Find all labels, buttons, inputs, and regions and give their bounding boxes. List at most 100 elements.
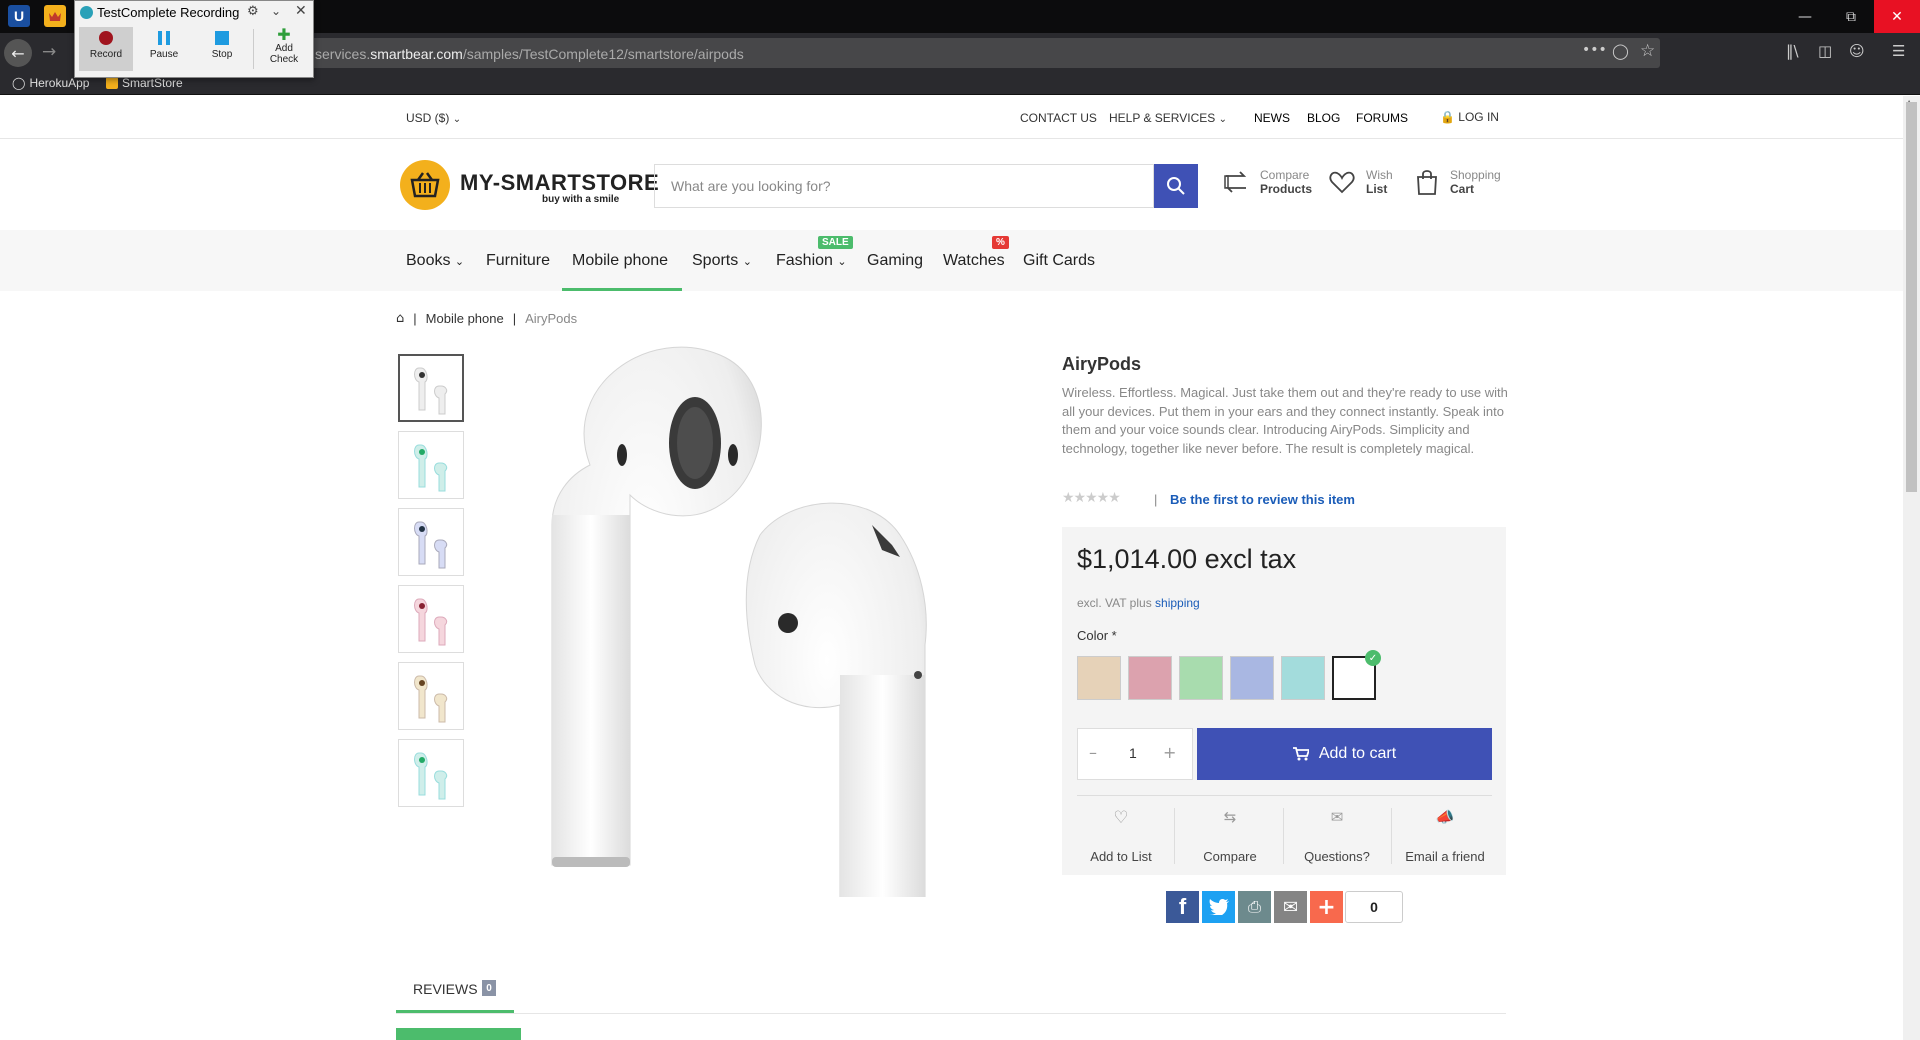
sidebar-icon[interactable]: ◫ — [1818, 42, 1832, 60]
pause-icon — [166, 31, 170, 45]
review-link[interactable]: Be the first to review this item — [1170, 492, 1355, 507]
store-logo-icon[interactable] — [400, 160, 450, 210]
divider — [253, 29, 254, 69]
bookmark-star-icon[interactable]: ☆ — [1640, 41, 1655, 61]
breadcrumb-category-link[interactable]: Mobile phone — [426, 311, 504, 326]
selected-check-icon: ✓ — [1365, 650, 1381, 666]
bookmark-herokuapp[interactable]: ◯ HerokuApp — [12, 76, 89, 90]
compare-icon: ⇆ — [1223, 808, 1237, 826]
menu-item-mobile-phone[interactable]: Mobile phone — [572, 252, 668, 270]
menu-item-fashion[interactable]: Fashion ⌄ — [776, 252, 847, 270]
lock-icon: 🔒 — [1440, 110, 1455, 124]
pocket-icon[interactable]: ◯ — [1612, 42, 1629, 60]
tab-smartstore-icon[interactable] — [44, 5, 66, 27]
menu-item-books[interactable]: Books ⌄ — [406, 252, 464, 270]
add-check-button[interactable]: ✚ Add Check — [257, 25, 311, 69]
email-share-button[interactable]: ✉ — [1274, 891, 1307, 923]
breadcrumb-separator: | — [512, 311, 517, 326]
cart-big-label: Cart — [1450, 182, 1475, 196]
product-main-image[interactable] — [520, 345, 1000, 898]
login-link[interactable]: 🔒 LOG IN — [1440, 110, 1499, 124]
stop-button[interactable]: Stop — [195, 27, 249, 71]
add-to-list-action[interactable]: ♡ Add to List — [1067, 808, 1175, 864]
vat-text: excl. VAT plus — [1077, 596, 1156, 610]
breadcrumb-separator: | — [413, 311, 417, 326]
contact-us-link[interactable]: CONTACT US — [1020, 111, 1097, 125]
twitter-share-button[interactable] — [1202, 891, 1235, 923]
print-share-button[interactable]: ⎙ — [1238, 891, 1271, 923]
sale-badge: SALE — [818, 236, 853, 249]
menu-item-gift-cards[interactable]: Gift Cards — [1023, 252, 1095, 270]
color-swatch-green[interactable] — [1179, 656, 1223, 700]
logo-tagline: buy with a smile — [542, 194, 620, 205]
bookmark-smartstore[interactable]: SmartStore — [106, 76, 183, 90]
facebook-icon: f — [1178, 894, 1187, 919]
back-arrow-icon[interactable]: ← — [4, 39, 32, 67]
compare-products-link[interactable]: Compare Products — [1222, 168, 1312, 196]
color-swatch-beige[interactable] — [1077, 656, 1121, 700]
shipping-link[interactable]: shipping — [1155, 596, 1200, 610]
tab-reviews[interactable]: REVIEWS — [413, 981, 478, 997]
color-swatch-pink[interactable] — [1128, 656, 1172, 700]
news-link[interactable]: NEWS — [1254, 111, 1290, 125]
more-dots-icon[interactable]: ••• — [1582, 42, 1607, 58]
close-window-button[interactable]: ✕ — [1874, 0, 1920, 33]
product-thumbnail[interactable] — [398, 739, 464, 807]
chevron-down-icon[interactable]: ⌄ — [271, 4, 281, 18]
library-icon[interactable]: ‖\ — [1786, 42, 1799, 60]
home-icon[interactable]: ⌂ — [396, 311, 404, 326]
account-icon[interactable]: ☺ — [1849, 42, 1865, 60]
menu-item-watches[interactable]: Watches — [943, 252, 1005, 270]
add-to-cart-button[interactable]: Add to cart — [1197, 728, 1492, 780]
stop-label: Stop — [211, 49, 233, 60]
product-thumbnail[interactable] — [398, 662, 464, 730]
gear-icon[interactable]: ⚙ — [247, 4, 259, 19]
envelope-icon: ✉ — [1282, 896, 1299, 918]
product-price: $1,014.00 excl tax — [1077, 544, 1297, 574]
email-friend-action[interactable]: 📣 Email a friend — [1391, 808, 1499, 864]
search-input[interactable] — [655, 165, 1153, 207]
quantity-increase-button[interactable]: + — [1163, 743, 1176, 762]
record-button[interactable]: Record — [79, 27, 133, 71]
menu-item-gaming[interactable]: Gaming — [867, 252, 923, 270]
product-thumbnail[interactable] — [398, 354, 464, 422]
tab-app-icon[interactable]: U — [8, 5, 30, 27]
vat-info: excl. VAT plus shipping — [1077, 596, 1200, 610]
hamburger-menu-icon[interactable]: ☰ — [1892, 42, 1905, 60]
product-thumbnail[interactable] — [398, 431, 464, 499]
logo-text[interactable]: MY-SMARTSTORE — [460, 170, 659, 196]
close-icon[interactable]: ✕ — [295, 3, 307, 19]
shopping-cart-link[interactable]: Shopping Cart — [1414, 168, 1501, 196]
compare-action[interactable]: ⇆ Compare — [1176, 808, 1284, 864]
wish-list-link[interactable]: Wish List — [1328, 168, 1393, 196]
minimize-button[interactable]: — — [1782, 0, 1828, 33]
facebook-share-button[interactable]: f — [1166, 891, 1199, 923]
questions-action[interactable]: ✉ Questions? — [1283, 808, 1391, 864]
chevron-down-icon: ⌄ — [454, 255, 465, 268]
product-thumbnail[interactable] — [398, 508, 464, 576]
search-button[interactable] — [1154, 164, 1198, 208]
blog-link[interactable]: BLOG — [1307, 111, 1340, 125]
globe-icon: ◯ — [12, 76, 26, 90]
write-review-button[interactable] — [396, 1028, 521, 1040]
forward-arrow-icon[interactable]: → — [42, 42, 56, 62]
product-description: Wireless. Effortless. Magical. Just take… — [1062, 385, 1508, 456]
quantity-input[interactable]: 1 — [1129, 745, 1137, 761]
menu-item-furniture[interactable]: Furniture — [486, 252, 550, 270]
more-share-button[interactable]: + — [1310, 891, 1343, 923]
quantity-decrease-button[interactable]: – — [1089, 743, 1097, 762]
menu-label: Sports — [692, 252, 739, 269]
currency-selector[interactable]: USD ($) ⌄ — [406, 111, 461, 125]
product-thumbnail[interactable] — [398, 585, 464, 653]
color-swatch-blue[interactable] — [1230, 656, 1274, 700]
color-swatch-teal[interactable] — [1281, 656, 1325, 700]
pause-button[interactable]: Pause — [137, 27, 191, 71]
url-text[interactable]: services.smartbear.com/samples/TestCompl… — [315, 46, 744, 62]
bookmark-label: SmartStore — [122, 76, 183, 90]
restore-button[interactable]: ⧉ — [1828, 0, 1874, 33]
forums-link[interactable]: FORUMS — [1356, 111, 1408, 125]
help-services-link[interactable]: HELP & SERVICES ⌄ — [1109, 111, 1227, 125]
print-icon: ⎙ — [1248, 897, 1261, 916]
menu-item-sports[interactable]: Sports ⌄ — [692, 252, 752, 270]
scrollbar-thumb[interactable] — [1906, 102, 1917, 492]
